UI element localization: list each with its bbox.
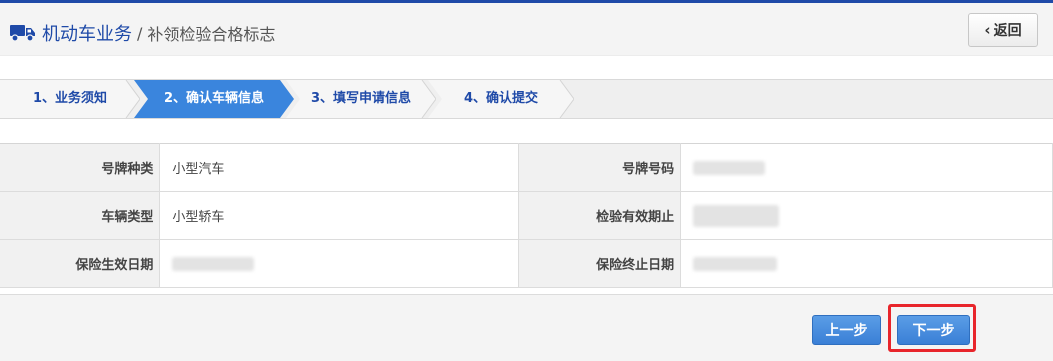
back-button[interactable]: ‹ 返回 bbox=[968, 13, 1038, 47]
step-1-label: 1、业务须知 bbox=[32, 91, 108, 106]
table-row: 保险生效日期 保险终止日期 bbox=[0, 239, 1053, 288]
step-1[interactable]: 1、业务须知 bbox=[0, 80, 140, 118]
prev-step-button[interactable]: 上一步 bbox=[812, 315, 881, 345]
breadcrumb: 机动车业务 / 补领检验合格标志 bbox=[10, 20, 275, 46]
plate-number-label: 号牌号码 bbox=[518, 143, 682, 192]
header-bar: 机动车业务 / 补领检验合格标志 ‹ 返回 bbox=[0, 0, 1053, 56]
next-button-highlight bbox=[888, 304, 976, 352]
step-3-label: 3、填写申请信息 bbox=[310, 91, 412, 106]
redacted-value bbox=[172, 256, 255, 271]
redacted-value bbox=[693, 204, 780, 227]
vehicle-info-table: 号牌种类 小型汽车 号牌号码 车辆类型 小型轿车 检验有效期止 保险生效日期 保… bbox=[0, 143, 1053, 288]
insurance-start-label: 保险生效日期 bbox=[0, 239, 161, 288]
insurance-end-label: 保险终止日期 bbox=[518, 239, 682, 288]
step-2[interactable]: 2、确认车辆信息 bbox=[134, 80, 294, 118]
inspection-expiry-value bbox=[680, 191, 1053, 240]
step-2-label: 2、确认车辆信息 bbox=[163, 91, 265, 106]
truck-icon bbox=[10, 25, 35, 42]
step-3[interactable]: 3、填写申请信息 bbox=[286, 80, 436, 118]
back-button-label: 返回 bbox=[993, 23, 1022, 39]
breadcrumb-main[interactable]: 机动车业务 bbox=[42, 20, 132, 46]
breadcrumb-separator: / bbox=[137, 23, 143, 43]
table-row: 车辆类型 小型轿车 检验有效期止 bbox=[0, 191, 1053, 240]
step-progress: 1、业务须知 2、确认车辆信息 3、填写申请信息 4、确认提交 bbox=[0, 79, 1053, 119]
table-row: 号牌种类 小型汽车 号牌号码 bbox=[0, 143, 1053, 192]
step-4-label: 4、确认提交 bbox=[463, 91, 539, 106]
insurance-end-value bbox=[680, 239, 1053, 288]
breadcrumb-current: 补领检验合格标志 bbox=[147, 25, 276, 44]
inspection-expiry-label: 检验有效期止 bbox=[518, 191, 682, 240]
plate-number-value bbox=[680, 143, 1053, 192]
vehicle-type-label: 车辆类型 bbox=[0, 191, 161, 240]
vehicle-type-value: 小型轿车 bbox=[159, 191, 520, 240]
chevron-left-icon: ‹ bbox=[984, 21, 991, 39]
step-4[interactable]: 4、确认提交 bbox=[428, 80, 574, 118]
redacted-value bbox=[693, 160, 766, 175]
insurance-start-value bbox=[159, 239, 520, 288]
redacted-value bbox=[693, 256, 778, 271]
plate-type-value: 小型汽车 bbox=[159, 143, 520, 192]
plate-type-label: 号牌种类 bbox=[0, 143, 161, 192]
